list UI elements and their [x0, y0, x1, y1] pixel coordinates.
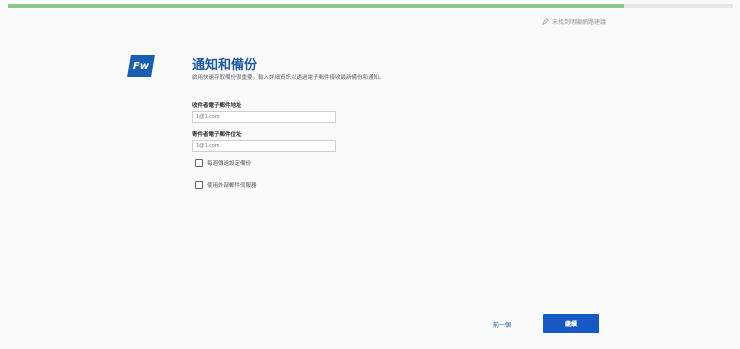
- logo-text: Fw: [132, 60, 150, 72]
- weekly-backup-checkbox[interactable]: [195, 159, 203, 167]
- continue-button[interactable]: 繼續: [543, 314, 599, 333]
- external-mail-option[interactable]: 使用外部郵件伺服器: [195, 181, 257, 189]
- weekly-backup-label: 每週傳送設定備份: [207, 161, 252, 167]
- pencil-icon: [542, 18, 549, 25]
- product-logo: Fw: [127, 55, 155, 77]
- external-mail-label: 使用外部郵件伺服器: [207, 183, 257, 189]
- setup-wizard-page: 未找到明顯網路建議 Fw 通知和備份 啟用快速存取備份很重要。輸入詳細資訊以透過…: [0, 0, 740, 349]
- progress-bar-fill: [8, 4, 625, 8]
- report-link[interactable]: 未找到明顯網路建議: [542, 17, 606, 26]
- report-link-label: 未找到明顯網路建議: [551, 19, 606, 26]
- external-mail-checkbox[interactable]: [195, 181, 203, 189]
- recipient-email-label: 收件者電子郵件地址: [192, 103, 242, 109]
- recipient-email-input[interactable]: [192, 111, 336, 123]
- weekly-backup-option[interactable]: 每週傳送設定備份: [195, 159, 251, 167]
- sender-email-label: 寄件者電子郵件位址: [192, 132, 242, 138]
- progress-bar: [8, 4, 733, 8]
- page-description: 啟用快速存取備份很重要。輸入詳細資訊以透過電子郵件接收最新備份和通知。: [192, 75, 385, 81]
- page-title: 通知和備份: [192, 58, 258, 73]
- previous-button[interactable]: 前一個: [493, 320, 511, 329]
- sender-email-input[interactable]: [192, 140, 336, 152]
